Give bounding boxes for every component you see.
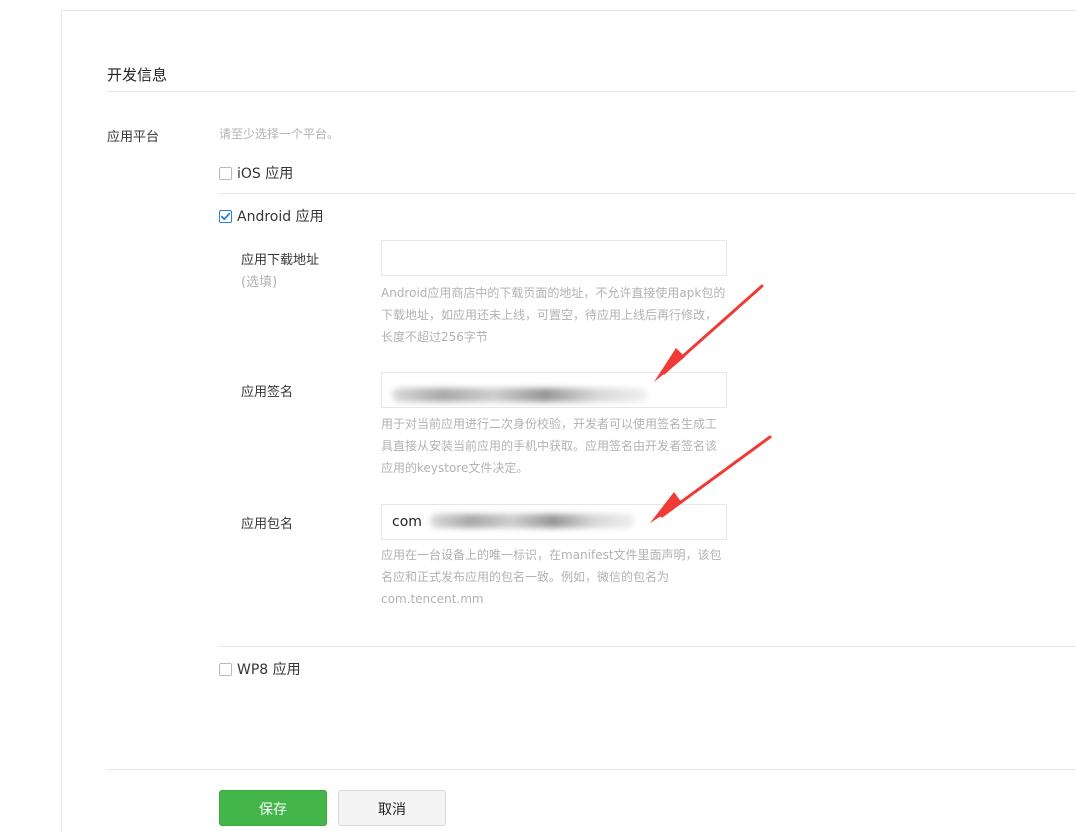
- signature-label: 应用签名: [241, 385, 294, 400]
- wp8-option-label: WP8 应用: [237, 662, 301, 678]
- wp8-option[interactable]: WP8 应用: [219, 659, 301, 679]
- footer-divider: [107, 769, 1076, 770]
- platform-hint: 请至少选择一个平台。: [219, 127, 340, 141]
- download-url-input[interactable]: [381, 240, 727, 276]
- download-url-label: 应用下载地址: [241, 253, 320, 268]
- package-redacted-value: [429, 513, 635, 528]
- download-url-hint: Android应用商店中的下载页面的地址，不允许直接使用apk包的下载地址，如应…: [381, 286, 726, 344]
- package-label: 应用包名: [241, 517, 294, 532]
- package-input[interactable]: com: [381, 504, 727, 540]
- ios-option[interactable]: iOS 应用: [219, 163, 293, 183]
- android-option-label: Android 应用: [237, 209, 324, 225]
- signature-redacted-value: [392, 388, 647, 402]
- section-divider: [107, 91, 1076, 92]
- android-divider: [219, 646, 1076, 647]
- wp8-checkbox[interactable]: [219, 662, 232, 676]
- save-button[interactable]: 保存: [219, 790, 327, 826]
- signature-input[interactable]: [381, 372, 727, 408]
- android-checkbox[interactable]: [219, 209, 232, 223]
- ios-option-label: iOS 应用: [237, 166, 294, 182]
- ios-checkbox[interactable]: [219, 166, 232, 180]
- ios-divider: [219, 193, 1076, 194]
- platform-label: 应用平台: [107, 130, 160, 145]
- checkmark-icon: [220, 212, 231, 220]
- download-url-sublabel: (选填): [241, 275, 278, 290]
- package-hint: 应用在一台设备上的唯一标识，在manifest文件里面声明，该包名应和正式发布应…: [381, 548, 722, 606]
- cancel-button[interactable]: 取消: [338, 790, 446, 826]
- package-value-prefix: com: [392, 514, 422, 530]
- signature-hint: 用于对当前应用进行二次身份校验，开发者可以使用签名生成工具直接从安装当前应用的手…: [381, 417, 718, 475]
- android-option[interactable]: Android 应用: [219, 206, 324, 226]
- section-title: 开发信息: [107, 66, 168, 84]
